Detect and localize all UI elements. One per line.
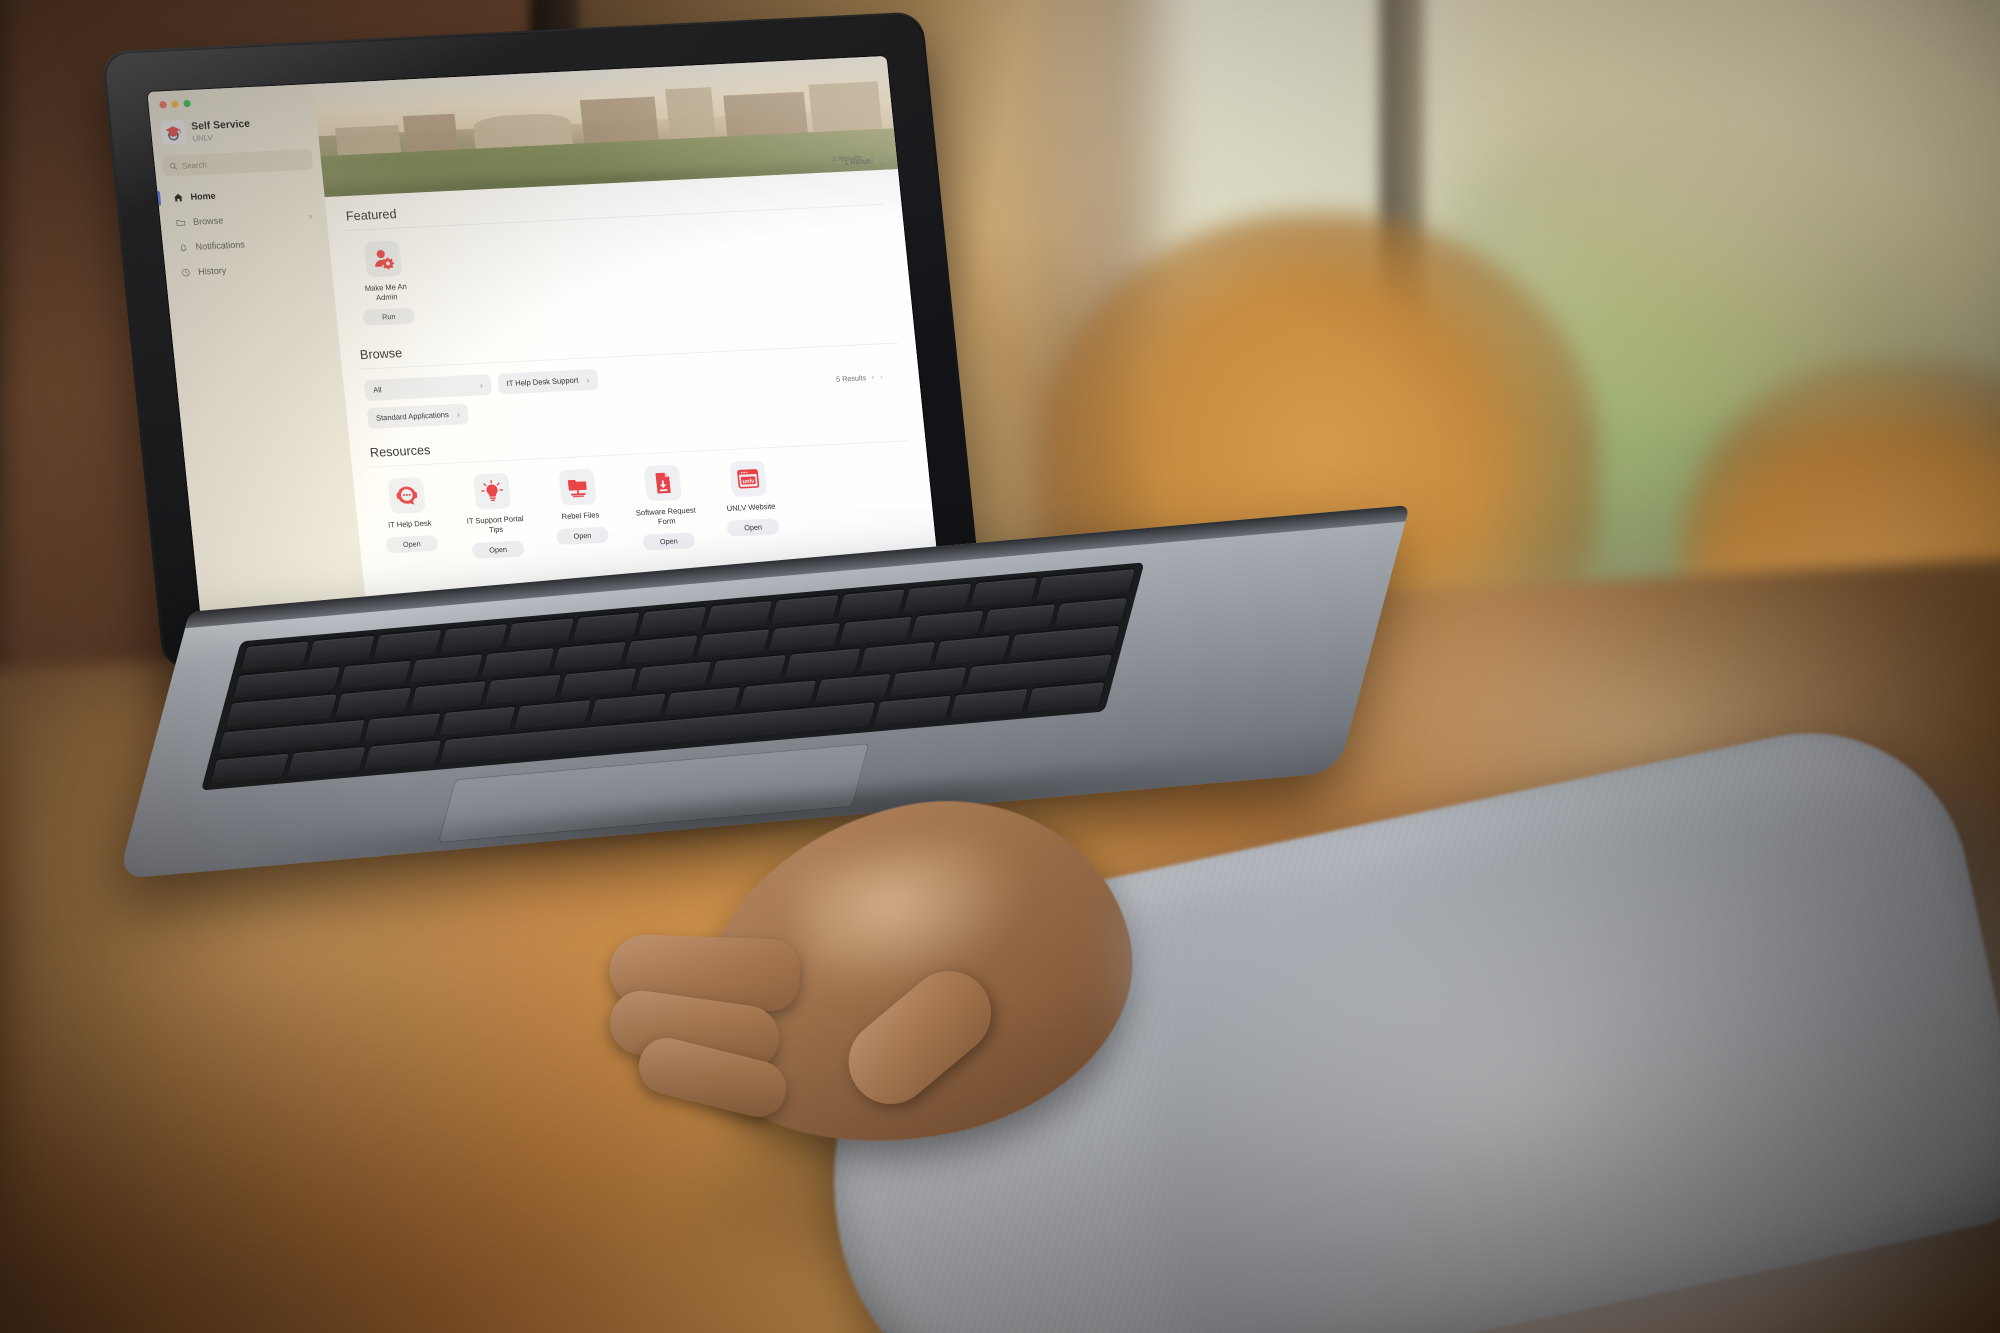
photo-scene: Self Service UNLV Search xyxy=(0,0,2000,1333)
vignette xyxy=(0,0,2000,1333)
